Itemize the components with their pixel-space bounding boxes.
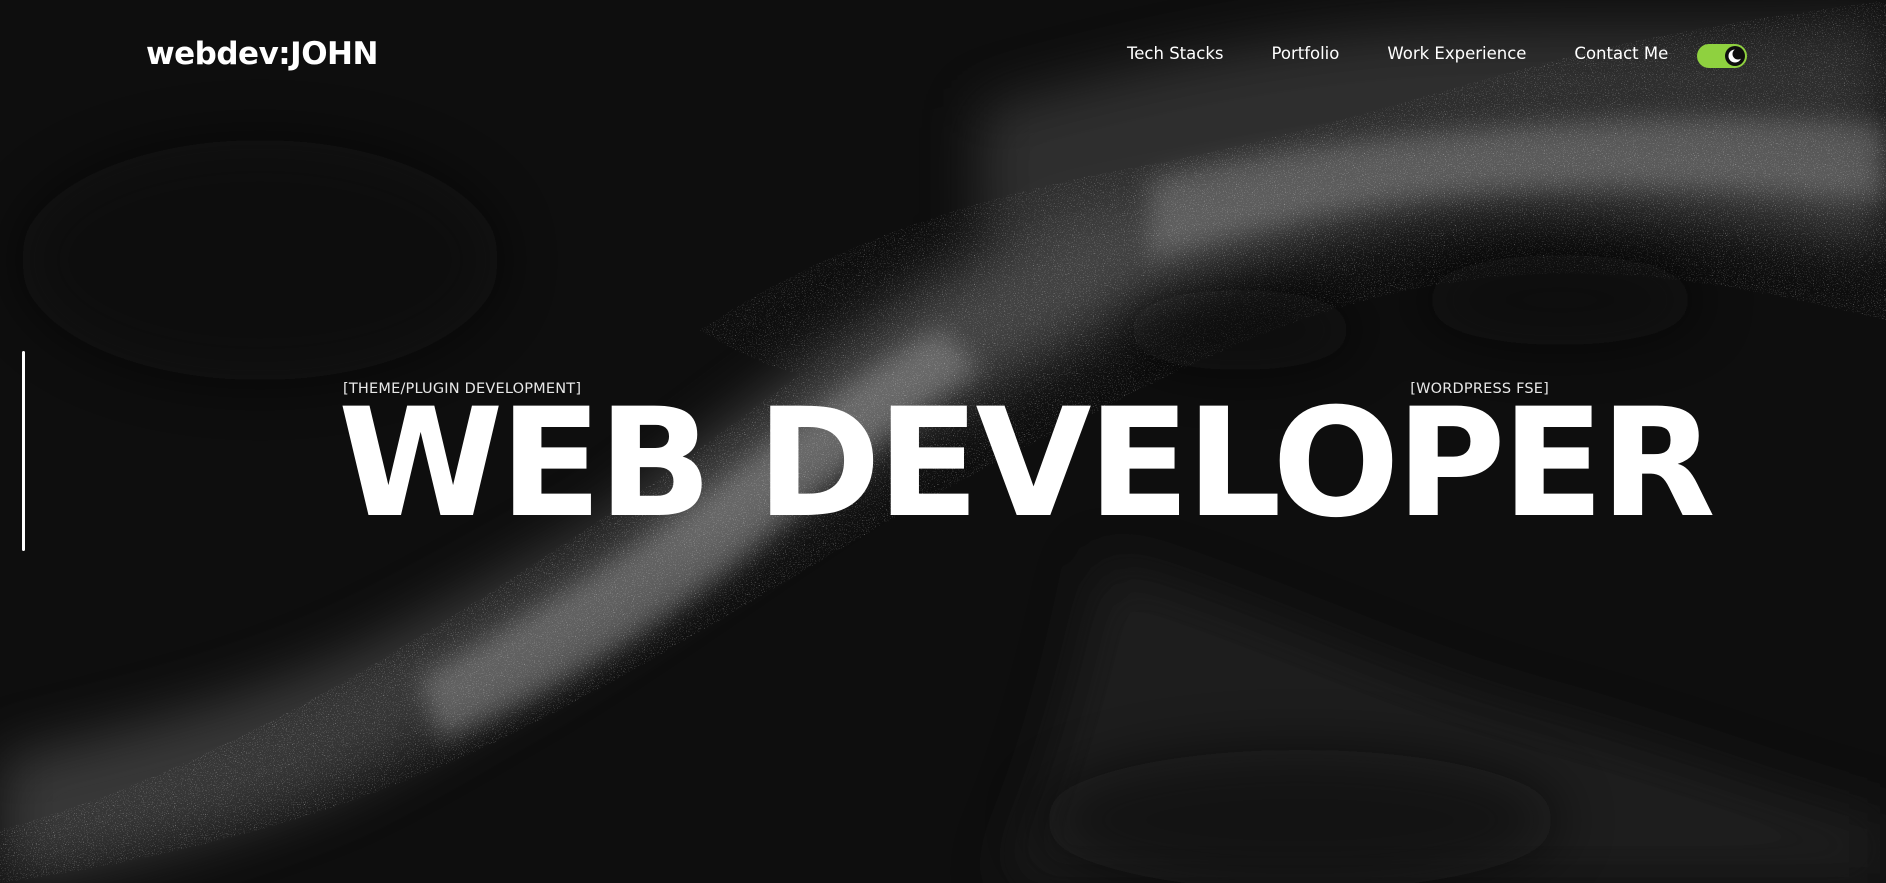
site-header: webdev:JOHN Tech Stacks Portfolio Work E…: [0, 0, 1886, 110]
hero-title: WEB DEVELOPER: [338, 377, 1716, 551]
nav-link-work-experience[interactable]: Work Experience: [1387, 44, 1526, 63]
main-nav: Tech Stacks Portfolio Work Experience Co…: [1127, 44, 1668, 63]
nav-link-contact-me[interactable]: Contact Me: [1574, 44, 1668, 63]
scroll-indicator[interactable]: [22, 351, 25, 551]
site-logo[interactable]: webdev:JOHN: [146, 36, 378, 72]
page: webdev:JOHN Tech Stacks Portfolio Work E…: [0, 0, 1886, 883]
moon-icon: [1728, 48, 1744, 63]
theme-toggle[interactable]: [1697, 44, 1747, 68]
toggle-knob: [1725, 46, 1745, 66]
nav-link-portfolio[interactable]: Portfolio: [1271, 44, 1339, 63]
nav-link-tech-stacks[interactable]: Tech Stacks: [1127, 44, 1223, 63]
